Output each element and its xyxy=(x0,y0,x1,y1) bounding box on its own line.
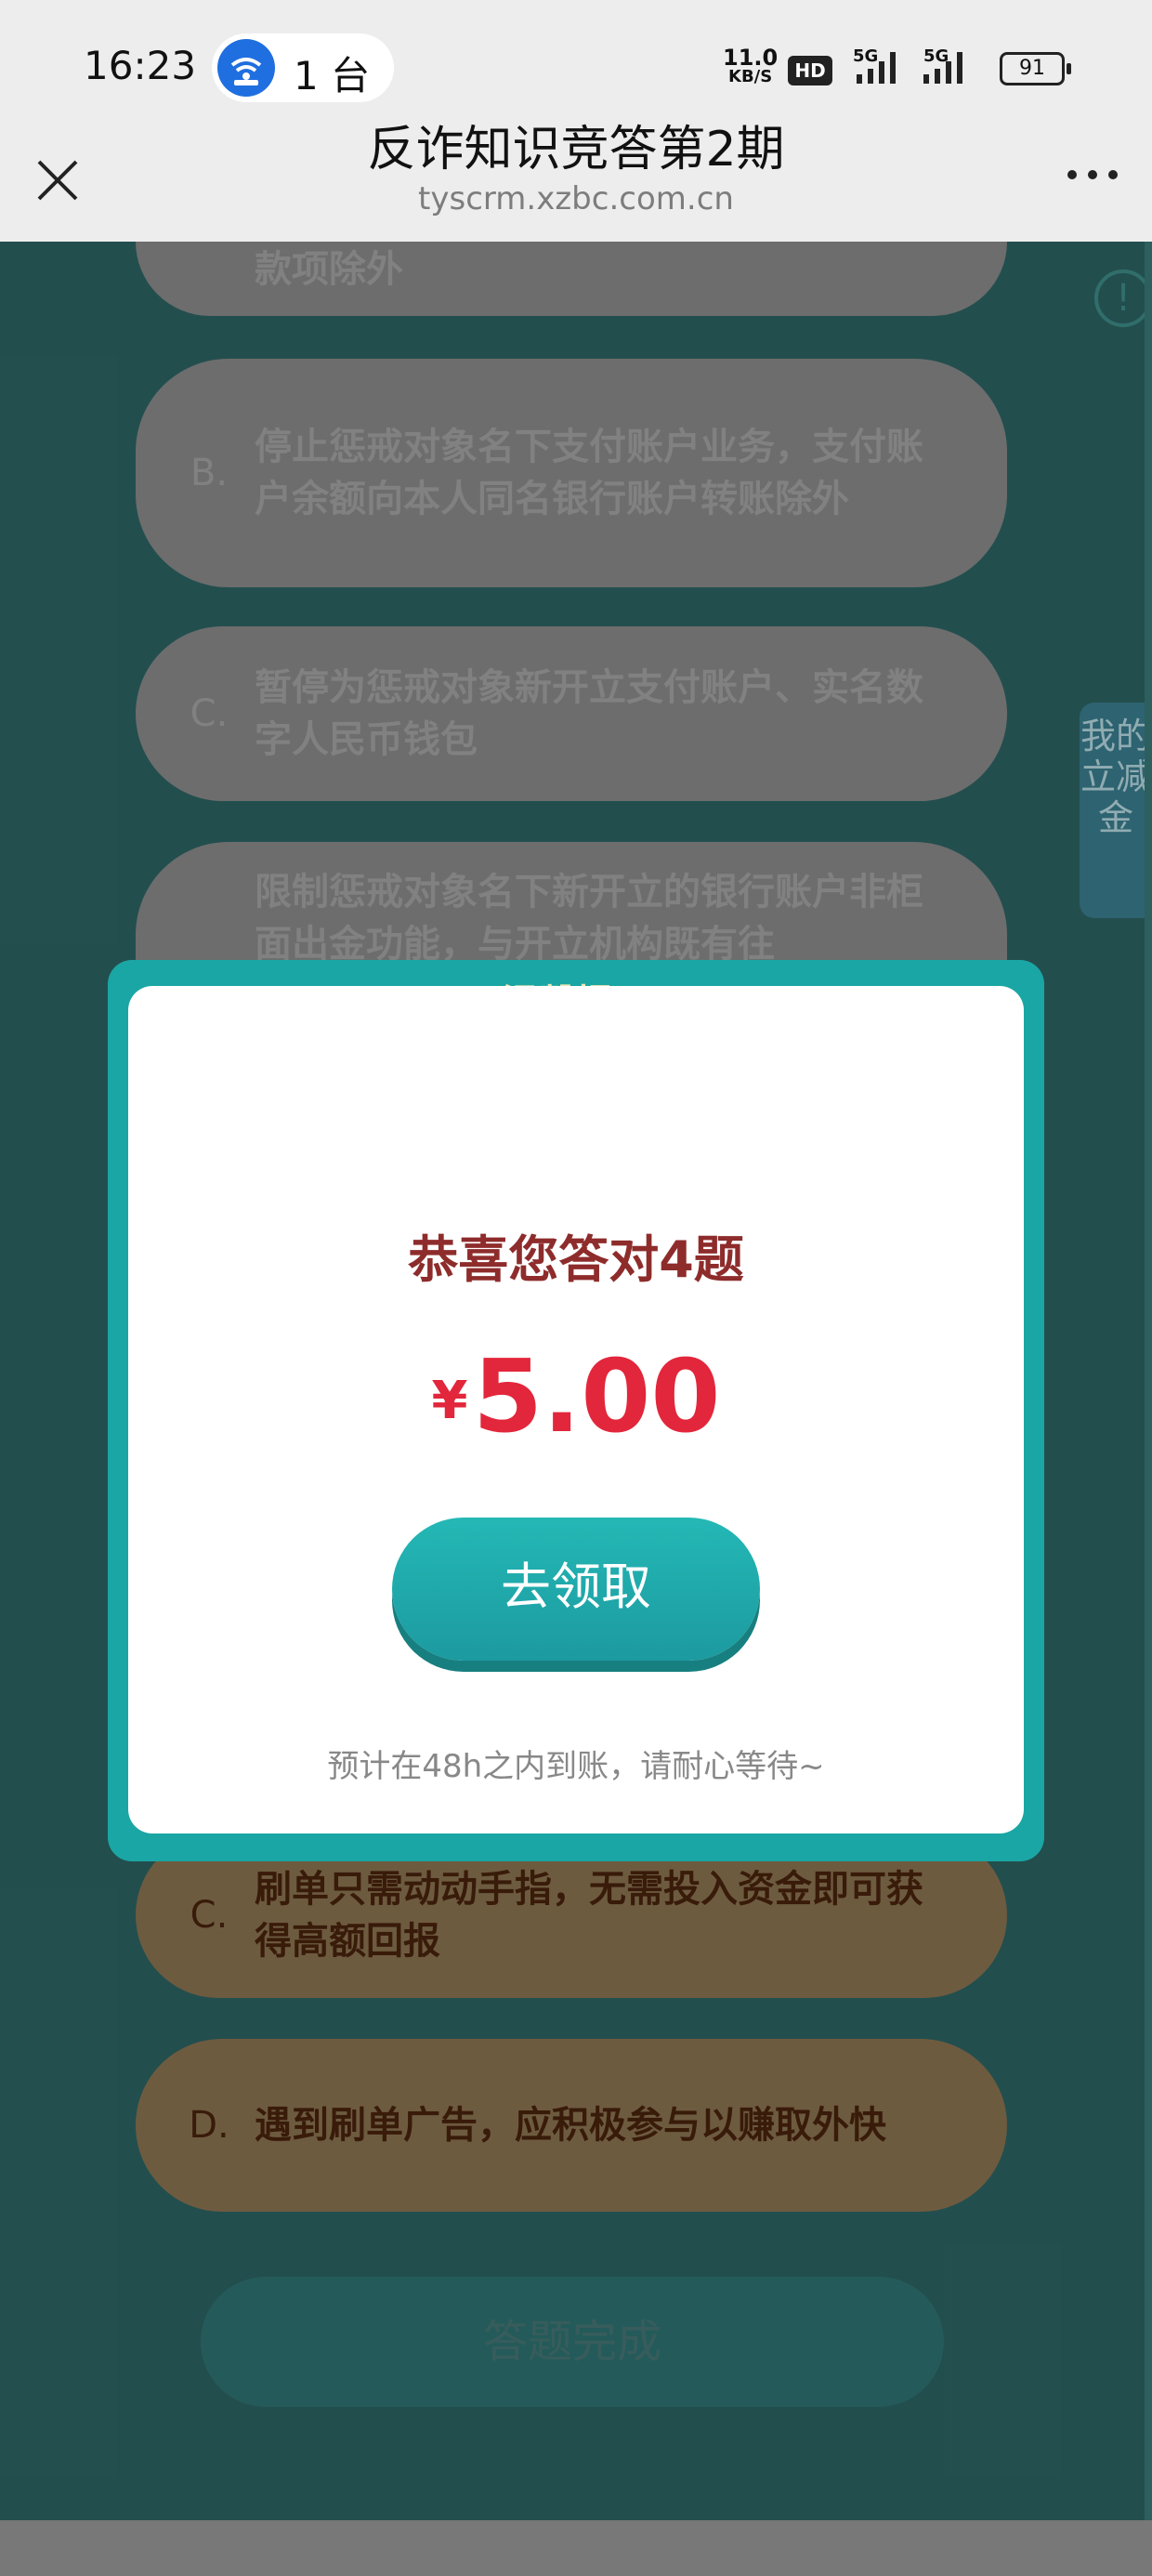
amount-value: 5.00 xyxy=(473,1339,721,1455)
page-title: 反诈知识竞答第2期 xyxy=(367,122,785,177)
option-c[interactable]: C. 暂停为惩戒对象新开立支付账户、实名数字人民币钱包 xyxy=(136,626,1007,801)
more-icon[interactable] xyxy=(1065,165,1120,184)
arrival-note: 预计在48h之内到账，请耐心等待~ xyxy=(327,1748,825,1785)
option-text: 遇到刷单广告，应积极参与以赚取外快 xyxy=(255,2104,886,2147)
network-speed-value: 11.0 xyxy=(723,45,779,71)
network-speed-unit: KB/S xyxy=(728,67,773,86)
option-text: 停止惩戒对象名下支付账户业务，支付账户余额向本人同名银行账户转账除外 xyxy=(255,426,923,520)
hotspot-count: 1 台 xyxy=(294,53,371,99)
reward-modal: 温馨提示 恭喜您答对4题 ¥ 5.00 去领取 预计在48h之内到账，请耐心等待… xyxy=(108,960,1044,1861)
signal2-label: 5G xyxy=(923,46,949,66)
claim-button[interactable]: 去领取 xyxy=(392,1518,760,1661)
hd-badge: HD xyxy=(788,56,832,85)
option-letter: B. xyxy=(190,452,229,494)
info-icon[interactable]: ! xyxy=(1094,269,1152,327)
reward-amount: ¥ 5.00 xyxy=(128,1339,1024,1455)
network-speed: 11.0 KB/S xyxy=(723,46,778,85)
modal-body: 恭喜您答对4题 ¥ 5.00 去领取 预计在48h之内到账，请耐心等待~ xyxy=(128,986,1024,1833)
option-letter: D. xyxy=(189,2104,229,2147)
page-url: tyscrm.xzbc.com.cn xyxy=(418,180,734,217)
option-text: 限制惩戒对象名下新开立的银行账户非柜面出金功能，与开立机构既有往 xyxy=(255,871,923,966)
option-b[interactable]: B. 停止惩戒对象名下支付账户业务，支付账户余额向本人同名银行账户转账除外 xyxy=(136,359,1007,587)
modal-title: 恭喜您答对4题 xyxy=(408,1230,744,1289)
currency-symbol: ¥ xyxy=(431,1371,468,1431)
bottom-bar xyxy=(0,2520,1152,2576)
status-time: 16:23 xyxy=(84,43,197,88)
option-text: 刷单只需动动手指，无需投入资金即可获得高额回报 xyxy=(255,1868,923,1963)
option-text: 暂停为惩戒对象新开立支付账户、实名数字人民币钱包 xyxy=(255,666,923,761)
option-partial[interactable]: 款项除外 xyxy=(136,242,1007,316)
option-d-2[interactable]: D. 遇到刷单广告，应积极参与以赚取外快 xyxy=(136,2039,1007,2212)
option-letter: C. xyxy=(190,692,229,735)
option-partial-text: 款项除外 xyxy=(255,248,403,291)
scrollbar[interactable] xyxy=(1145,242,1152,2520)
hotspot-icon xyxy=(217,39,275,97)
battery-icon: 91 xyxy=(1000,52,1071,85)
signal1-label: 5G xyxy=(853,46,879,66)
signal-5g-icon: 5G xyxy=(853,46,909,89)
web-header: 反诈知识竞答第2期 tyscrm.xzbc.com.cn xyxy=(0,122,1152,242)
option-letter: C. xyxy=(190,1894,229,1937)
side-tab-my-coupon[interactable]: 我的立减金 xyxy=(1080,703,1152,918)
hotspot-pill[interactable]: 1 台 xyxy=(212,33,394,102)
signal-5g-2-icon: 5G xyxy=(920,46,975,89)
finish-button[interactable]: 答题完成 xyxy=(201,2277,944,2407)
